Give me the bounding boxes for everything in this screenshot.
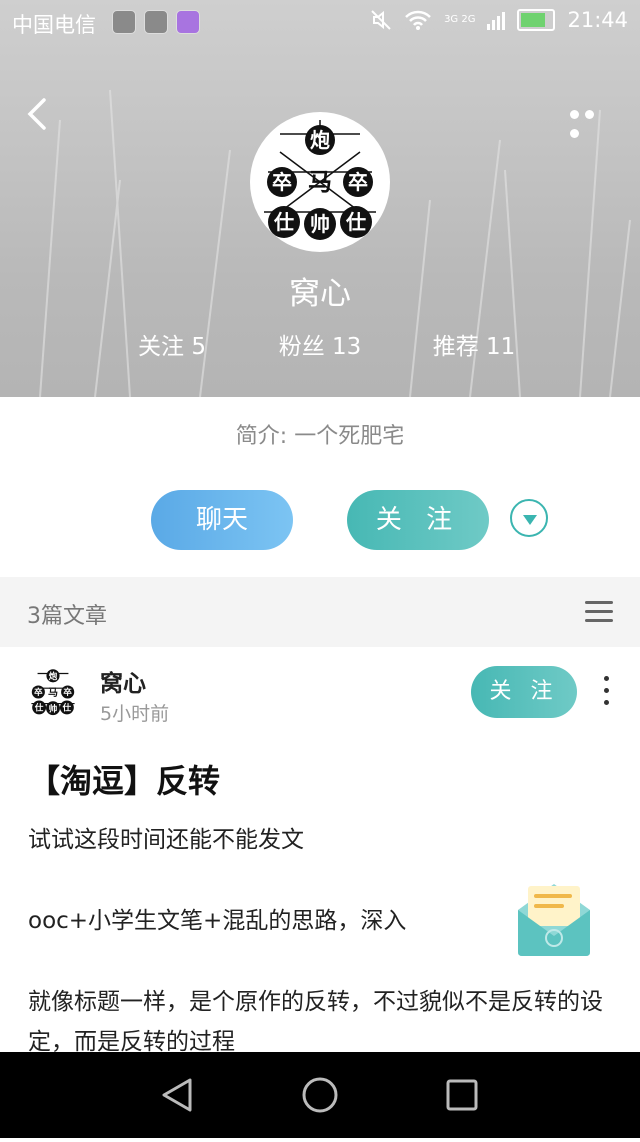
post-title[interactable]: 【淘逗】反转 (28, 756, 220, 802)
recommend-count[interactable]: 推荐 11 (433, 327, 516, 361)
list-menu-icon[interactable] (585, 601, 613, 623)
avatar-glyph: 卒 (272, 170, 292, 194)
notification-icons (112, 10, 200, 34)
carrier-label: 中国电信 (12, 13, 96, 37)
profile-bio: 简介: 一个死肥宅 (235, 424, 405, 449)
followers-count[interactable]: 粉丝 13 (279, 327, 362, 361)
system-navigation-bar (0, 1052, 640, 1138)
post-paragraph: 就像标题一样，是个原作的反转，不过貌似不是反转的设定，而是反转的过程 (28, 989, 603, 1055)
more-options-icon[interactable] (570, 104, 614, 138)
post-timestamp: 5小时前 (100, 703, 170, 725)
mute-icon (371, 10, 391, 30)
avatar-glyph: 马 (48, 687, 58, 699)
nav-recents-icon[interactable] (446, 1079, 478, 1111)
app-notification-icon (144, 10, 168, 34)
following-count[interactable]: 关注 5 (138, 327, 206, 361)
avatar-glyph: 炮 (48, 671, 58, 681)
nav-back-icon[interactable] (162, 1078, 192, 1112)
avatar-glyph: 卒 (34, 687, 43, 697)
clock: 21:44 (567, 8, 628, 32)
app-notification-icon (112, 10, 136, 34)
post-paragraph: 试试这段时间还能不能发文 (28, 827, 304, 853)
avatar-glyph: 马 (308, 167, 332, 196)
post-follow-button[interactable]: 关 注 (471, 666, 577, 718)
avatar-glyph: 炮 (310, 128, 330, 152)
network-type: 3G 2G (444, 14, 476, 25)
avatar-glyph: 卒 (348, 170, 368, 194)
envelope-icon[interactable] (512, 876, 596, 960)
battery-icon (517, 9, 556, 31)
profile-header: 中国电信 3G 2G 21:44 炮 卒 马 卒 仕 帅 仕 窝心 关注 5 粉… (0, 0, 640, 397)
follow-button[interactable]: 关 注 (347, 490, 489, 550)
status-bar: 中国电信 3G 2G 21:44 (0, 0, 640, 46)
signal-icon (487, 12, 506, 30)
chat-button[interactable]: 聊天 (151, 490, 293, 550)
wifi-icon (405, 10, 431, 30)
gallery-notification-icon (176, 10, 200, 34)
expand-dropdown-icon[interactable] (510, 499, 548, 537)
post-more-icon[interactable] (604, 676, 612, 710)
avatar-glyph: 仕 (62, 703, 72, 713)
back-icon[interactable] (22, 96, 52, 132)
avatar-glyph: 仕 (34, 703, 44, 713)
avatar-glyph: 帅 (310, 212, 330, 236)
avatar-glyph: 卒 (63, 687, 72, 697)
avatar-glyph: 帅 (49, 703, 57, 713)
post-author-name[interactable]: 窝心 (100, 664, 146, 698)
avatar[interactable]: 炮 卒 马 卒 仕 帅 仕 (250, 112, 390, 252)
articles-header: 3篇文章 (0, 577, 640, 647)
nav-home-icon[interactable] (302, 1077, 338, 1113)
avatar-glyph: 仕 (273, 210, 294, 234)
profile-name: 窝心 (289, 276, 351, 312)
articles-count: 3篇文章 (27, 604, 107, 629)
avatar-glyph: 仕 (345, 210, 366, 234)
post-author-avatar[interactable]: 炮 卒 马 卒 仕 帅 仕 (26, 665, 80, 719)
